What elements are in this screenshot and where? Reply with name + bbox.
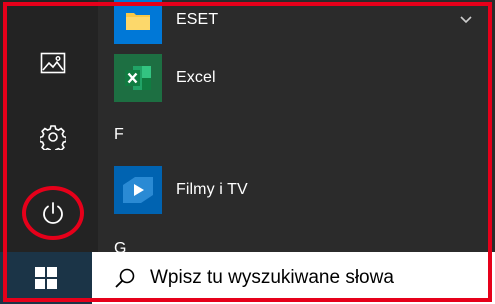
search-placeholder: Wpisz tu wyszukiwane słowa — [150, 267, 394, 288]
gear-icon[interactable] — [38, 122, 68, 152]
start-menu-left-rail — [0, 0, 98, 252]
search-input[interactable]: Wpisz tu wyszukiwane słowa — [92, 252, 495, 304]
power-icon[interactable] — [38, 198, 68, 228]
folder-icon — [114, 0, 162, 44]
image-icon[interactable] — [38, 48, 68, 78]
film-tv-icon — [114, 166, 162, 214]
app-item-eset[interactable]: ESET — [114, 0, 218, 44]
taskbar: Wpisz tu wyszukiwane słowa — [0, 252, 495, 304]
app-list: ESET Excel F Filmy i TV G — [98, 0, 495, 257]
app-label-eset: ESET — [176, 11, 219, 28]
app-item-filmy-i-tv[interactable]: Filmy i TV — [114, 166, 248, 214]
chevron-down-icon[interactable] — [459, 12, 473, 30]
letter-header-f[interactable]: F — [114, 126, 124, 144]
app-label-filmy-i-tv: Filmy i TV — [176, 181, 248, 198]
app-item-excel[interactable]: Excel — [114, 54, 216, 102]
start-menu: ESET Excel F Filmy i TV G — [0, 0, 495, 257]
app-label-excel: Excel — [176, 69, 216, 86]
start-button[interactable] — [0, 252, 92, 304]
excel-icon — [114, 54, 162, 102]
search-icon — [115, 268, 135, 288]
windows-logo-icon — [35, 267, 57, 289]
